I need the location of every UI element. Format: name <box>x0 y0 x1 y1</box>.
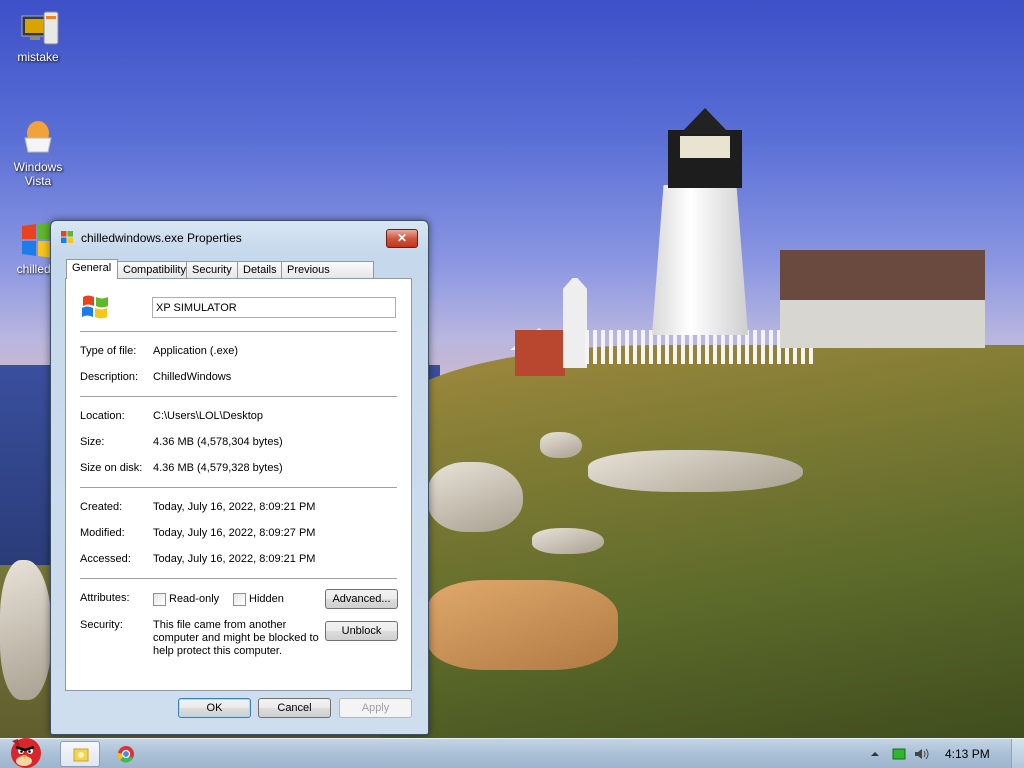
separator <box>80 331 397 332</box>
wallpaper-house-roof <box>780 250 985 302</box>
wallpaper-rock <box>428 580 618 670</box>
cancel-button[interactable]: Cancel <box>258 698 331 718</box>
taskbar: 4:13 PM <box>0 738 1024 768</box>
taskbar-button-explorer[interactable] <box>60 741 100 767</box>
hidden-label[interactable]: Hidden <box>249 593 284 605</box>
accessed-value: Today, July 16, 2022, 8:09:21 PM <box>153 553 316 565</box>
wallpaper-lighthouse <box>652 185 748 335</box>
desktop-icon-label: mistake <box>17 50 59 64</box>
readonly-label[interactable]: Read-only <box>169 593 219 605</box>
location-label: Location: <box>80 410 125 422</box>
wallpaper-rock <box>532 528 604 554</box>
tab-previous-versions[interactable]: Previous Versions <box>281 261 374 292</box>
created-value: Today, July 16, 2022, 8:09:21 PM <box>153 501 316 513</box>
type-label: Type of file: <box>80 345 137 357</box>
tab-security[interactable]: Security <box>186 261 239 278</box>
taskbar-button-chrome[interactable] <box>106 741 146 767</box>
windows-flag-icon <box>60 230 74 244</box>
egg-icon <box>18 118 58 158</box>
general-tab-panel: XP SIMULATOR Type of file: Application (… <box>65 278 412 691</box>
apply-button[interactable]: Apply <box>339 698 412 718</box>
security-message: This file came from another computer and… <box>153 619 319 657</box>
wallpaper-house <box>780 300 985 348</box>
hidden-checkbox[interactable] <box>233 593 246 606</box>
created-label: Created: <box>80 501 123 513</box>
tab-details[interactable]: Details <box>237 261 283 278</box>
wallpaper-rock <box>540 432 582 458</box>
attributes-label: Attributes: <box>80 592 130 604</box>
window-title: chilledwindows.exe Properties <box>81 231 242 245</box>
windows-logo-icon <box>80 293 112 321</box>
ok-button[interactable]: OK <box>178 698 251 718</box>
size-on-disk-label: Size on disk: <box>80 462 143 474</box>
angry-bird-icon <box>11 738 41 768</box>
modified-value: Today, July 16, 2022, 8:09:27 PM <box>153 527 316 539</box>
security-label: Security: <box>80 619 123 631</box>
show-hidden-icons-icon[interactable] <box>868 747 882 761</box>
desktop-icon-mistake[interactable]: mistake <box>2 8 74 64</box>
wallpaper-hill <box>380 345 1024 745</box>
computer-icon <box>18 8 59 48</box>
separator <box>80 396 397 397</box>
show-desktop-button[interactable] <box>1011 739 1024 768</box>
tab-general[interactable]: General <box>66 259 118 279</box>
desktop-icon-label: Windows Vista <box>13 160 63 188</box>
size-on-disk-value: 4.36 MB (4,579,328 bytes) <box>153 462 283 474</box>
file-name-input[interactable]: XP SIMULATOR <box>152 297 396 318</box>
desktop-icon-windows-vista[interactable]: Windows Vista <box>2 118 74 188</box>
properties-window: chilledwindows.exe Properties ✕ General … <box>50 220 429 735</box>
tab-compatibility[interactable]: Compatibility <box>117 261 187 278</box>
explorer-icon <box>73 748 89 762</box>
wallpaper-rock <box>428 462 523 532</box>
modified-label: Modified: <box>80 527 125 539</box>
wallpaper-rock <box>588 450 803 492</box>
taskbar-clock[interactable]: 4:13 PM <box>945 747 990 761</box>
readonly-checkbox[interactable] <box>153 593 166 606</box>
size-value: 4.36 MB (4,578,304 bytes) <box>153 436 283 448</box>
wallpaper-lighthouse-glass <box>680 136 730 158</box>
power-icon[interactable] <box>892 747 906 761</box>
description-value: ChilledWindows <box>153 371 232 383</box>
chrome-icon <box>117 746 134 763</box>
size-label: Size: <box>80 436 105 448</box>
start-button[interactable] <box>2 731 48 768</box>
title-bar[interactable]: chilledwindows.exe Properties ✕ <box>51 221 428 251</box>
type-value: Application (.exe) <box>153 345 238 357</box>
volume-icon[interactable] <box>914 747 929 761</box>
desktop-background: mistake Windows Vista chilledw chilledwi… <box>0 0 1024 768</box>
separator <box>80 487 397 488</box>
advanced-button[interactable]: Advanced... <box>325 589 398 609</box>
wallpaper-white-tower <box>563 278 587 368</box>
wallpaper-lighthouse-cap <box>680 108 730 134</box>
unblock-button[interactable]: Unblock <box>325 621 398 641</box>
location-value: C:\Users\LOL\Desktop <box>153 410 264 422</box>
close-button[interactable]: ✕ <box>386 229 418 248</box>
separator <box>80 578 397 579</box>
wallpaper-shed <box>515 330 565 376</box>
accessed-label: Accessed: <box>80 553 131 565</box>
wallpaper-rock <box>0 560 52 700</box>
description-label: Description: <box>80 371 139 383</box>
